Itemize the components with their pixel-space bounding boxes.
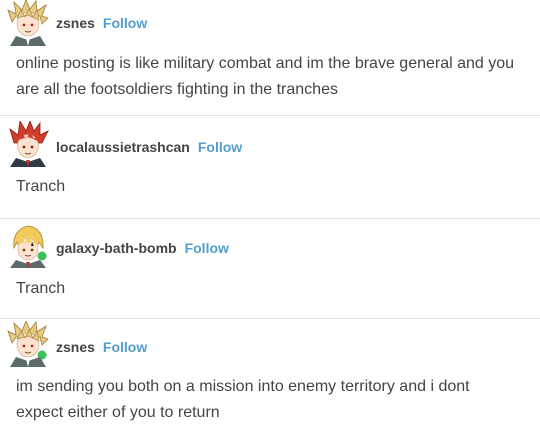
post: zsnes Follow online posting is like milit… xyxy=(0,0,540,112)
name-line: localaussietrashcan Follow xyxy=(56,138,242,156)
avatar-blonde-spiky-icon[interactable] xyxy=(6,0,50,46)
name-line: zsnes Follow xyxy=(56,14,147,32)
post-text: Tranch xyxy=(16,280,66,297)
follow-button[interactable]: Follow xyxy=(198,139,242,155)
post: galaxy-bath-bomb Follow Tranch xyxy=(0,222,540,314)
post-header: zsnes Follow xyxy=(0,0,540,48)
post: localaussietrashcan Follow Tranch xyxy=(0,121,540,213)
follow-button[interactable]: Follow xyxy=(103,15,147,31)
divider xyxy=(0,318,540,319)
follow-button[interactable]: Follow xyxy=(185,240,229,256)
post-header: galaxy-bath-bomb Follow xyxy=(0,222,540,270)
post-header: zsnes Follow xyxy=(0,321,540,369)
post-header: localaussietrashcan Follow xyxy=(0,121,540,169)
post-text: online posting is like military combat a… xyxy=(16,55,515,98)
divider xyxy=(0,115,540,116)
username-link[interactable]: localaussietrashcan xyxy=(56,139,190,155)
name-line: galaxy-bath-bomb Follow xyxy=(56,239,229,257)
post-text: Tranch xyxy=(16,178,66,195)
post: zsnes Follow im sending you both on a mis… xyxy=(0,321,540,433)
post-text: im sending you both on a mission into en… xyxy=(16,378,470,421)
follow-button[interactable]: Follow xyxy=(103,339,147,355)
name-line: zsnes Follow xyxy=(56,338,147,356)
divider xyxy=(0,218,540,219)
username-link[interactable]: zsnes xyxy=(56,15,95,31)
avatar-red-spiky-icon[interactable] xyxy=(6,121,50,167)
avatar-blonde-spiky-icon[interactable] xyxy=(6,321,50,367)
avatar-yellow-hair-icon[interactable] xyxy=(6,222,50,268)
username-link[interactable]: galaxy-bath-bomb xyxy=(56,240,177,256)
username-link[interactable]: zsnes xyxy=(56,339,95,355)
